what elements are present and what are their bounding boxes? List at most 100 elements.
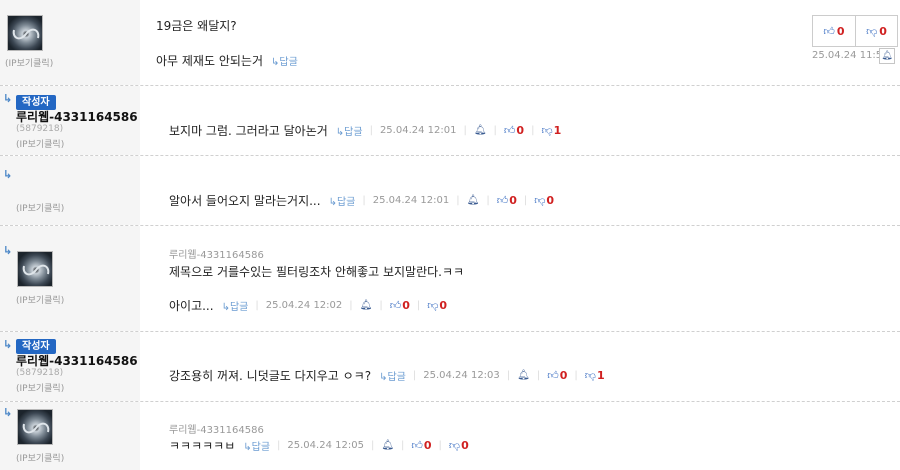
comment-text: 알아서 들어오지 말라는거지... bbox=[169, 194, 321, 208]
ip-view-link[interactable]: (IP보기클릭) bbox=[16, 201, 64, 214]
downvote-button[interactable]: 👎︎ 0 bbox=[449, 439, 469, 452]
downvote-button[interactable]: 👎︎ 1 bbox=[541, 124, 561, 137]
avatar[interactable] bbox=[17, 251, 53, 287]
upvote-button[interactable]: 👍︎ 0 bbox=[497, 194, 517, 207]
author-nickname[interactable]: 루리웹-4331164586 bbox=[16, 352, 138, 369]
divider: | bbox=[493, 125, 497, 136]
thumbs-up-icon: 👍︎ bbox=[411, 439, 423, 452]
reply-arrow-icon: ↳ bbox=[3, 244, 13, 257]
comment-text: 아이고... bbox=[169, 299, 214, 313]
comment-author-column: ↳ (IP보기클릭) bbox=[0, 226, 140, 331]
thumbs-up-icon: 👍︎ bbox=[503, 124, 516, 137]
thumbs-down-icon: 👎︎ bbox=[866, 24, 878, 38]
comment-body: 강조용히 꺼져. 니덧글도 다지우고 ㅇㅋ? ↳답글 | 25.04.24 12… bbox=[140, 332, 900, 401]
comment-author-column: ↳ 작성자 루리웹-4331164586 (5879218) (IP보기클릭) bbox=[0, 332, 140, 401]
bell-icon: 🔔︎ bbox=[881, 51, 893, 61]
thumbs-up-icon: 👍︎ bbox=[823, 24, 835, 38]
bell-icon[interactable]: 🔔︎ bbox=[467, 195, 480, 206]
comment-body: 보지마 그럼. 그러라고 달아논거 ↳답글 | 25.04.24 12:01 |… bbox=[140, 86, 900, 155]
reply-button[interactable]: ↳답글 bbox=[329, 193, 356, 208]
ip-view-link[interactable]: (IP보기클릭) bbox=[16, 451, 64, 464]
comment-row-4: ↳ (IP보기클릭) 루리웹-4331164586 제목으로 거를수있는 필터링… bbox=[0, 226, 900, 332]
reply-button[interactable]: ↳답글 bbox=[243, 438, 270, 453]
reply-button[interactable]: ↳답글 bbox=[271, 53, 298, 68]
divider: | bbox=[456, 195, 460, 206]
bell-icon[interactable]: 🔔︎ bbox=[360, 300, 373, 311]
ip-view-link[interactable]: (IP보기클릭) bbox=[5, 56, 53, 69]
comment-author-column: (IP보기클릭) bbox=[0, 0, 140, 85]
quoted-nickname[interactable]: 루리웹-4331164586 bbox=[169, 246, 264, 261]
divider: | bbox=[362, 195, 366, 206]
quoted-nickname[interactable]: 루리웹-4331164586 bbox=[169, 421, 264, 436]
comment-line: ㅋㅋㅋㅋㅋㅂ ↳답글 | 25.04.24 12:05 | 🔔︎ | 👍︎ 0 |… bbox=[169, 437, 469, 454]
downvote-button[interactable]: 👎︎ 1 bbox=[585, 369, 605, 382]
storm-avatar-image bbox=[18, 252, 52, 286]
comment-date: 25.04.24 12:01 bbox=[379, 125, 457, 136]
reply-arrow-icon: ↳ bbox=[3, 168, 13, 181]
comment-line: 알아서 들어오지 말라는거지... ↳답글 | 25.04.24 12:01 |… bbox=[169, 192, 554, 209]
divider: | bbox=[536, 370, 541, 381]
upvote-count: 0 bbox=[559, 369, 568, 382]
upvote-count: 0 bbox=[516, 124, 525, 137]
comment-author-column: ↳ (IP보기클릭) bbox=[0, 402, 140, 470]
vote-box: 👍︎ 0 👎︎ 0 bbox=[812, 15, 898, 47]
downvote-count: 1 bbox=[596, 369, 605, 382]
divider: | bbox=[277, 440, 281, 451]
reply-button[interactable]: ↳답글 bbox=[222, 298, 249, 313]
upvote-button[interactable]: 👍︎ 0 bbox=[547, 369, 567, 382]
ip-view-link[interactable]: (IP보기클릭) bbox=[16, 293, 64, 306]
avatar[interactable] bbox=[17, 409, 53, 445]
divider: | bbox=[531, 125, 535, 136]
divider: | bbox=[412, 370, 417, 381]
comment-line: 강조용히 꺼져. 니덧글도 다지우고 ㅇㅋ? ↳답글 | 25.04.24 12… bbox=[169, 367, 605, 384]
comment-row-5: ↳ 작성자 루리웹-4331164586 (5879218) (IP보기클릭) … bbox=[0, 332, 900, 402]
downvote-count: 0 bbox=[461, 439, 469, 452]
comment-author-column: ↳ 작성자 루리웹-4331164586 (5879218) (IP보기클릭) bbox=[0, 86, 140, 155]
comment-text-line-1: 19금은 왜달지? bbox=[156, 19, 237, 33]
comment-line: 아이고... ↳답글 | 25.04.24 12:02 | 🔔︎ | 👍︎ 0 |… bbox=[169, 297, 447, 314]
thumbs-up-icon: 👍︎ bbox=[547, 369, 559, 382]
bell-icon[interactable]: 🔔︎ bbox=[474, 125, 487, 136]
comment-row-6: ↳ (IP보기클릭) 루리웹-4331164586 ㅋㅋㅋㅋㅋㅂ ↳답글 | 2… bbox=[0, 402, 900, 470]
downvote-count: 1 bbox=[553, 124, 562, 137]
divider: | bbox=[506, 370, 511, 381]
divider: | bbox=[574, 370, 578, 381]
upvote-button[interactable]: 👍︎ 0 bbox=[411, 439, 431, 452]
comment-text: 아무 제재도 안되는거 bbox=[156, 54, 263, 68]
ip-view-link[interactable]: (IP보기클릭) bbox=[16, 137, 64, 150]
downvote-button[interactable]: 👎︎ 0 bbox=[534, 194, 554, 207]
ip-view-link[interactable]: (IP보기클릭) bbox=[16, 381, 64, 394]
comment-date: 25.04.24 12:03 bbox=[423, 370, 500, 381]
divider: | bbox=[379, 300, 383, 311]
divider: | bbox=[255, 300, 259, 311]
upvote-count: 0 bbox=[509, 194, 517, 207]
comment-text: 강조용히 꺼져. 니덧글도 다지우고 ㅇㅋ? bbox=[169, 369, 372, 383]
comment-text-line-1: 제목으로 거를수있는 필터링조차 안해좋고 보지말란다.ㅋㅋ bbox=[169, 265, 465, 279]
comment-date: 25.04.24 11:58 bbox=[812, 50, 889, 61]
divider: | bbox=[523, 195, 528, 206]
comment-row-2: ↳ 작성자 루리웹-4331164586 (5879218) (IP보기클릭) … bbox=[0, 86, 900, 156]
comment-author-column: ↳ (IP보기클릭) bbox=[0, 156, 140, 225]
reply-button[interactable]: ↳답글 bbox=[379, 368, 406, 383]
upvote-button[interactable]: 👍︎ 0 bbox=[504, 124, 524, 137]
upvote-count: 0 bbox=[402, 299, 410, 312]
report-button[interactable]: 🔔︎ bbox=[879, 48, 895, 64]
bell-icon[interactable]: 🔔︎ bbox=[517, 370, 530, 381]
downvote-button[interactable]: 👎︎ 0 bbox=[427, 299, 447, 312]
downvote-button[interactable]: 👎︎ 0 bbox=[855, 16, 897, 46]
upvote-button[interactable]: 👍︎ 0 bbox=[390, 299, 410, 312]
reply-button[interactable]: ↳답글 bbox=[336, 123, 363, 138]
comment-body: 알아서 들어오지 말라는거지... ↳답글 | 25.04.24 12:01 |… bbox=[140, 156, 900, 225]
divider: | bbox=[369, 125, 373, 136]
storm-avatar-image bbox=[18, 410, 52, 444]
thumbs-down-icon: 👎︎ bbox=[584, 369, 596, 382]
comment-date: 25.04.24 12:01 bbox=[372, 195, 450, 206]
divider: | bbox=[416, 300, 421, 311]
storm-avatar-image bbox=[8, 16, 42, 50]
avatar[interactable] bbox=[7, 15, 43, 51]
author-nickname[interactable]: 루리웹-4331164586 bbox=[16, 108, 138, 125]
bell-icon[interactable]: 🔔︎ bbox=[381, 440, 394, 451]
reply-arrow-icon: ↳ bbox=[3, 92, 13, 105]
upvote-button[interactable]: 👍︎ 0 bbox=[813, 16, 855, 46]
downvote-count: 0 bbox=[879, 24, 887, 38]
